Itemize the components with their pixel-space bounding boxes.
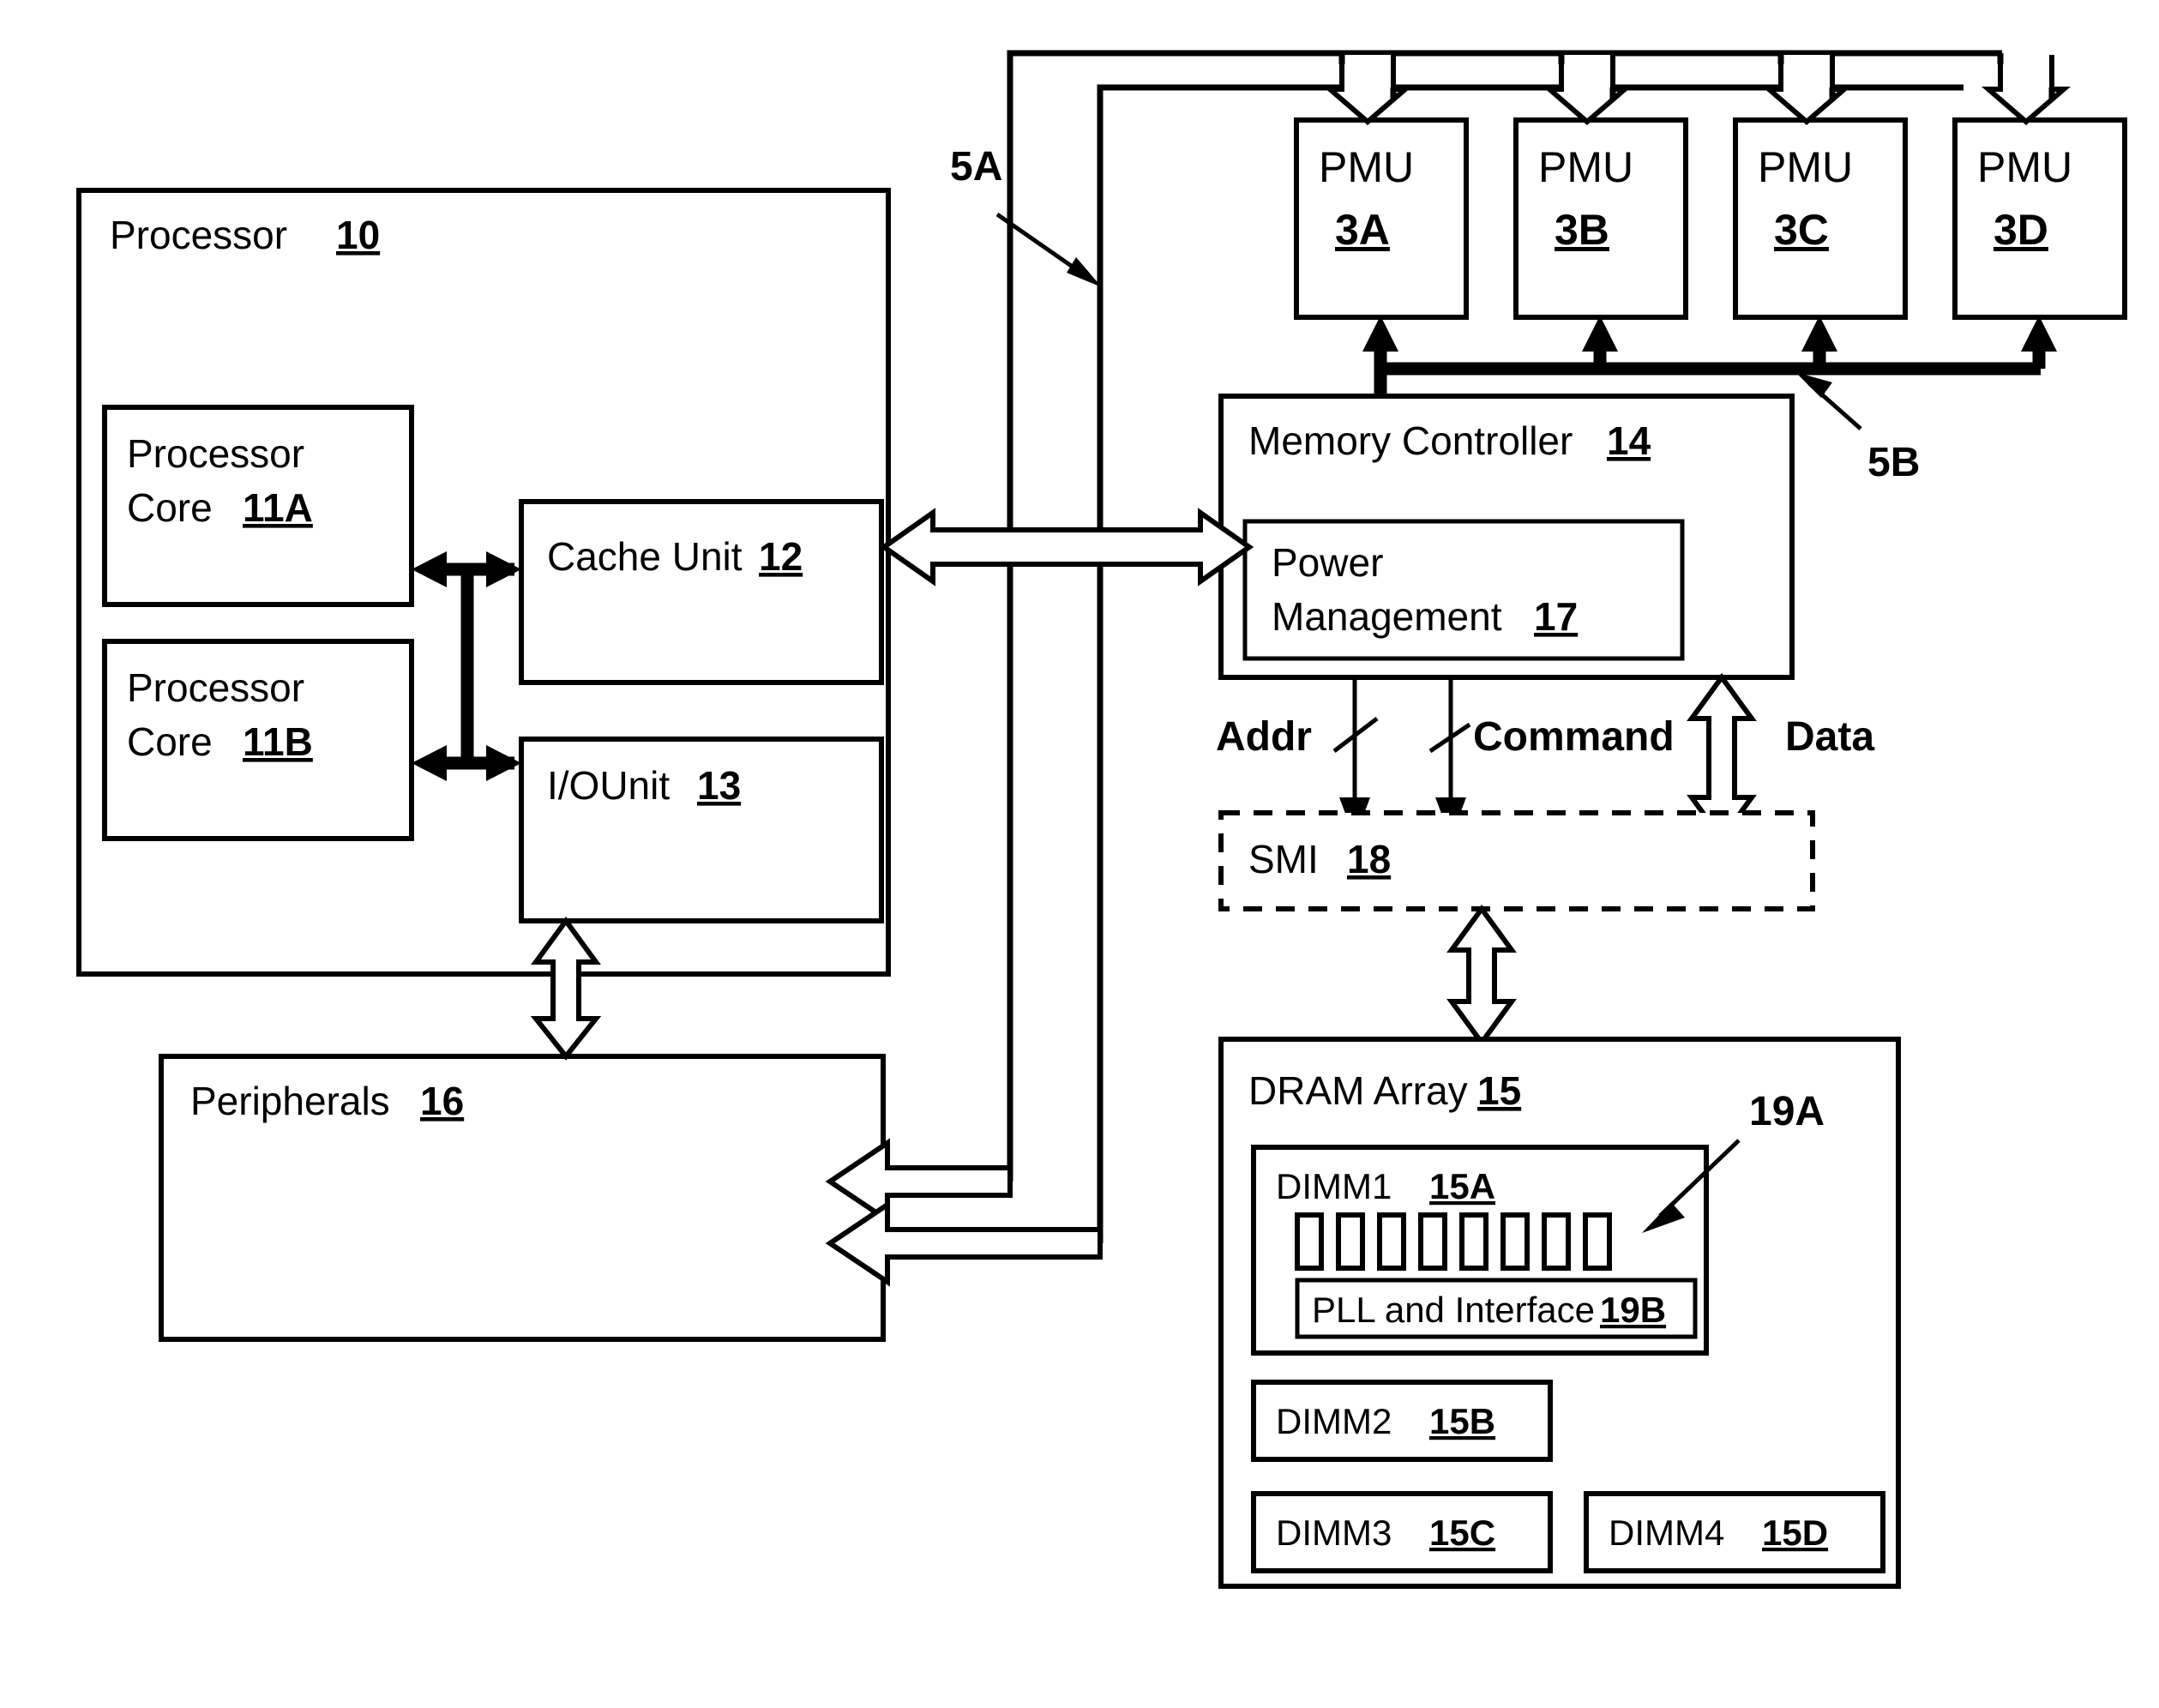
dimm2-ref: 15B (1429, 1401, 1495, 1441)
cache-unit-ref: 12 (759, 534, 803, 579)
pmu-3b-label: PMU (1538, 143, 1633, 191)
dram-chip (1336, 1212, 1365, 1271)
pmu-3d-label: PMU (1977, 143, 2072, 191)
data-label: Data (1785, 714, 1874, 760)
processor-core-11b-line2: Core (127, 719, 213, 764)
pmu-3d-power-arrowhead (2021, 316, 2057, 352)
dram-array-ref: 15 (1477, 1068, 1521, 1113)
dimm1-ref: 15A (1429, 1166, 1495, 1206)
dimm3-ref: 15C (1429, 1513, 1495, 1553)
processor-title: Processor (110, 213, 287, 257)
smi-label: SMI (1248, 837, 1319, 881)
cache-unit-box[interactable] (519, 499, 884, 685)
pmu-3a-power-arrowhead (1362, 316, 1398, 352)
dram-chip (1583, 1212, 1612, 1271)
bus-5b-leader-arrowhead (1795, 372, 1832, 398)
addr-label: Addr (1216, 714, 1312, 760)
smi-ref: 18 (1347, 837, 1391, 881)
processor-core-11b-line1: Processor (127, 665, 304, 710)
bus-5b-label: 5B (1867, 440, 1920, 485)
processor-core-11a-line2: Core (127, 485, 213, 530)
dram-array-label: DRAM Array (1248, 1068, 1468, 1113)
block-diagram: Processor 10 Processor Core 11A Processo… (76, 50, 2127, 1589)
pmu-3a-label: PMU (1319, 143, 1414, 191)
dimm1-label: DIMM1 (1276, 1166, 1392, 1206)
dimm3-label: DIMM3 (1276, 1513, 1392, 1553)
smi-dram-double-arrow (1446, 904, 1517, 1048)
pll-interface-ref: 19B (1600, 1290, 1666, 1330)
io-unit-label: I/OUnit (547, 763, 670, 808)
power-management-ref: 17 (1534, 594, 1578, 639)
power-management-line2: Management (1272, 594, 1502, 639)
power-management-line1: Power (1272, 540, 1383, 585)
dram-chip (1542, 1212, 1571, 1271)
bus-5a-leader-arrowhead (1067, 257, 1102, 287)
dram-chip (1500, 1212, 1530, 1271)
memory-controller-ref: 14 (1607, 418, 1651, 463)
pmu-3c-ref: 3C (1774, 206, 1829, 254)
io-unit-ref: 13 (697, 763, 741, 808)
pll-interface-label: PLL and Interface (1312, 1290, 1595, 1330)
dram-chip (1377, 1212, 1406, 1271)
pmu-3a-ref: 3A (1335, 206, 1390, 254)
pmu-3c-power-arrowhead (1801, 316, 1837, 352)
dram-chip (1295, 1212, 1324, 1271)
dimm4-label: DIMM4 (1609, 1513, 1724, 1553)
memory-controller-label: Memory Controller (1248, 418, 1573, 463)
pmu-3b-power-arrowhead (1582, 316, 1618, 352)
peripherals-ref: 16 (420, 1079, 464, 1123)
pmu-3c-label: PMU (1758, 143, 1853, 191)
figure-canvas: Processor 10 Processor Core 11A Processo… (0, 0, 2159, 1708)
cache-memory-controller-double-arrow (879, 508, 1254, 586)
peripherals-label: Peripherals (190, 1079, 390, 1123)
processor-core-11b-ref: 11B (243, 719, 313, 764)
processor-core-11a-line1: Processor (127, 431, 304, 476)
dram-chip-callout-label: 19A (1749, 1089, 1825, 1134)
command-label: Command (1473, 714, 1675, 760)
cache-unit-label: Cache Unit (547, 534, 743, 579)
pmu-3b-ref: 3B (1555, 206, 1609, 254)
bus-5a-label: 5A (950, 144, 1002, 189)
dram-chip (1459, 1212, 1488, 1271)
processor-ref: 10 (336, 213, 380, 257)
peripherals-inbound-arrow-lower (825, 1200, 1103, 1287)
pmu-3d-ref: 3D (1994, 206, 2048, 254)
dimm2-label: DIMM2 (1276, 1401, 1392, 1441)
dram-chip (1418, 1212, 1447, 1271)
processor-core-11a-ref: 11A (243, 485, 313, 530)
dimm4-ref: 15D (1762, 1513, 1828, 1553)
